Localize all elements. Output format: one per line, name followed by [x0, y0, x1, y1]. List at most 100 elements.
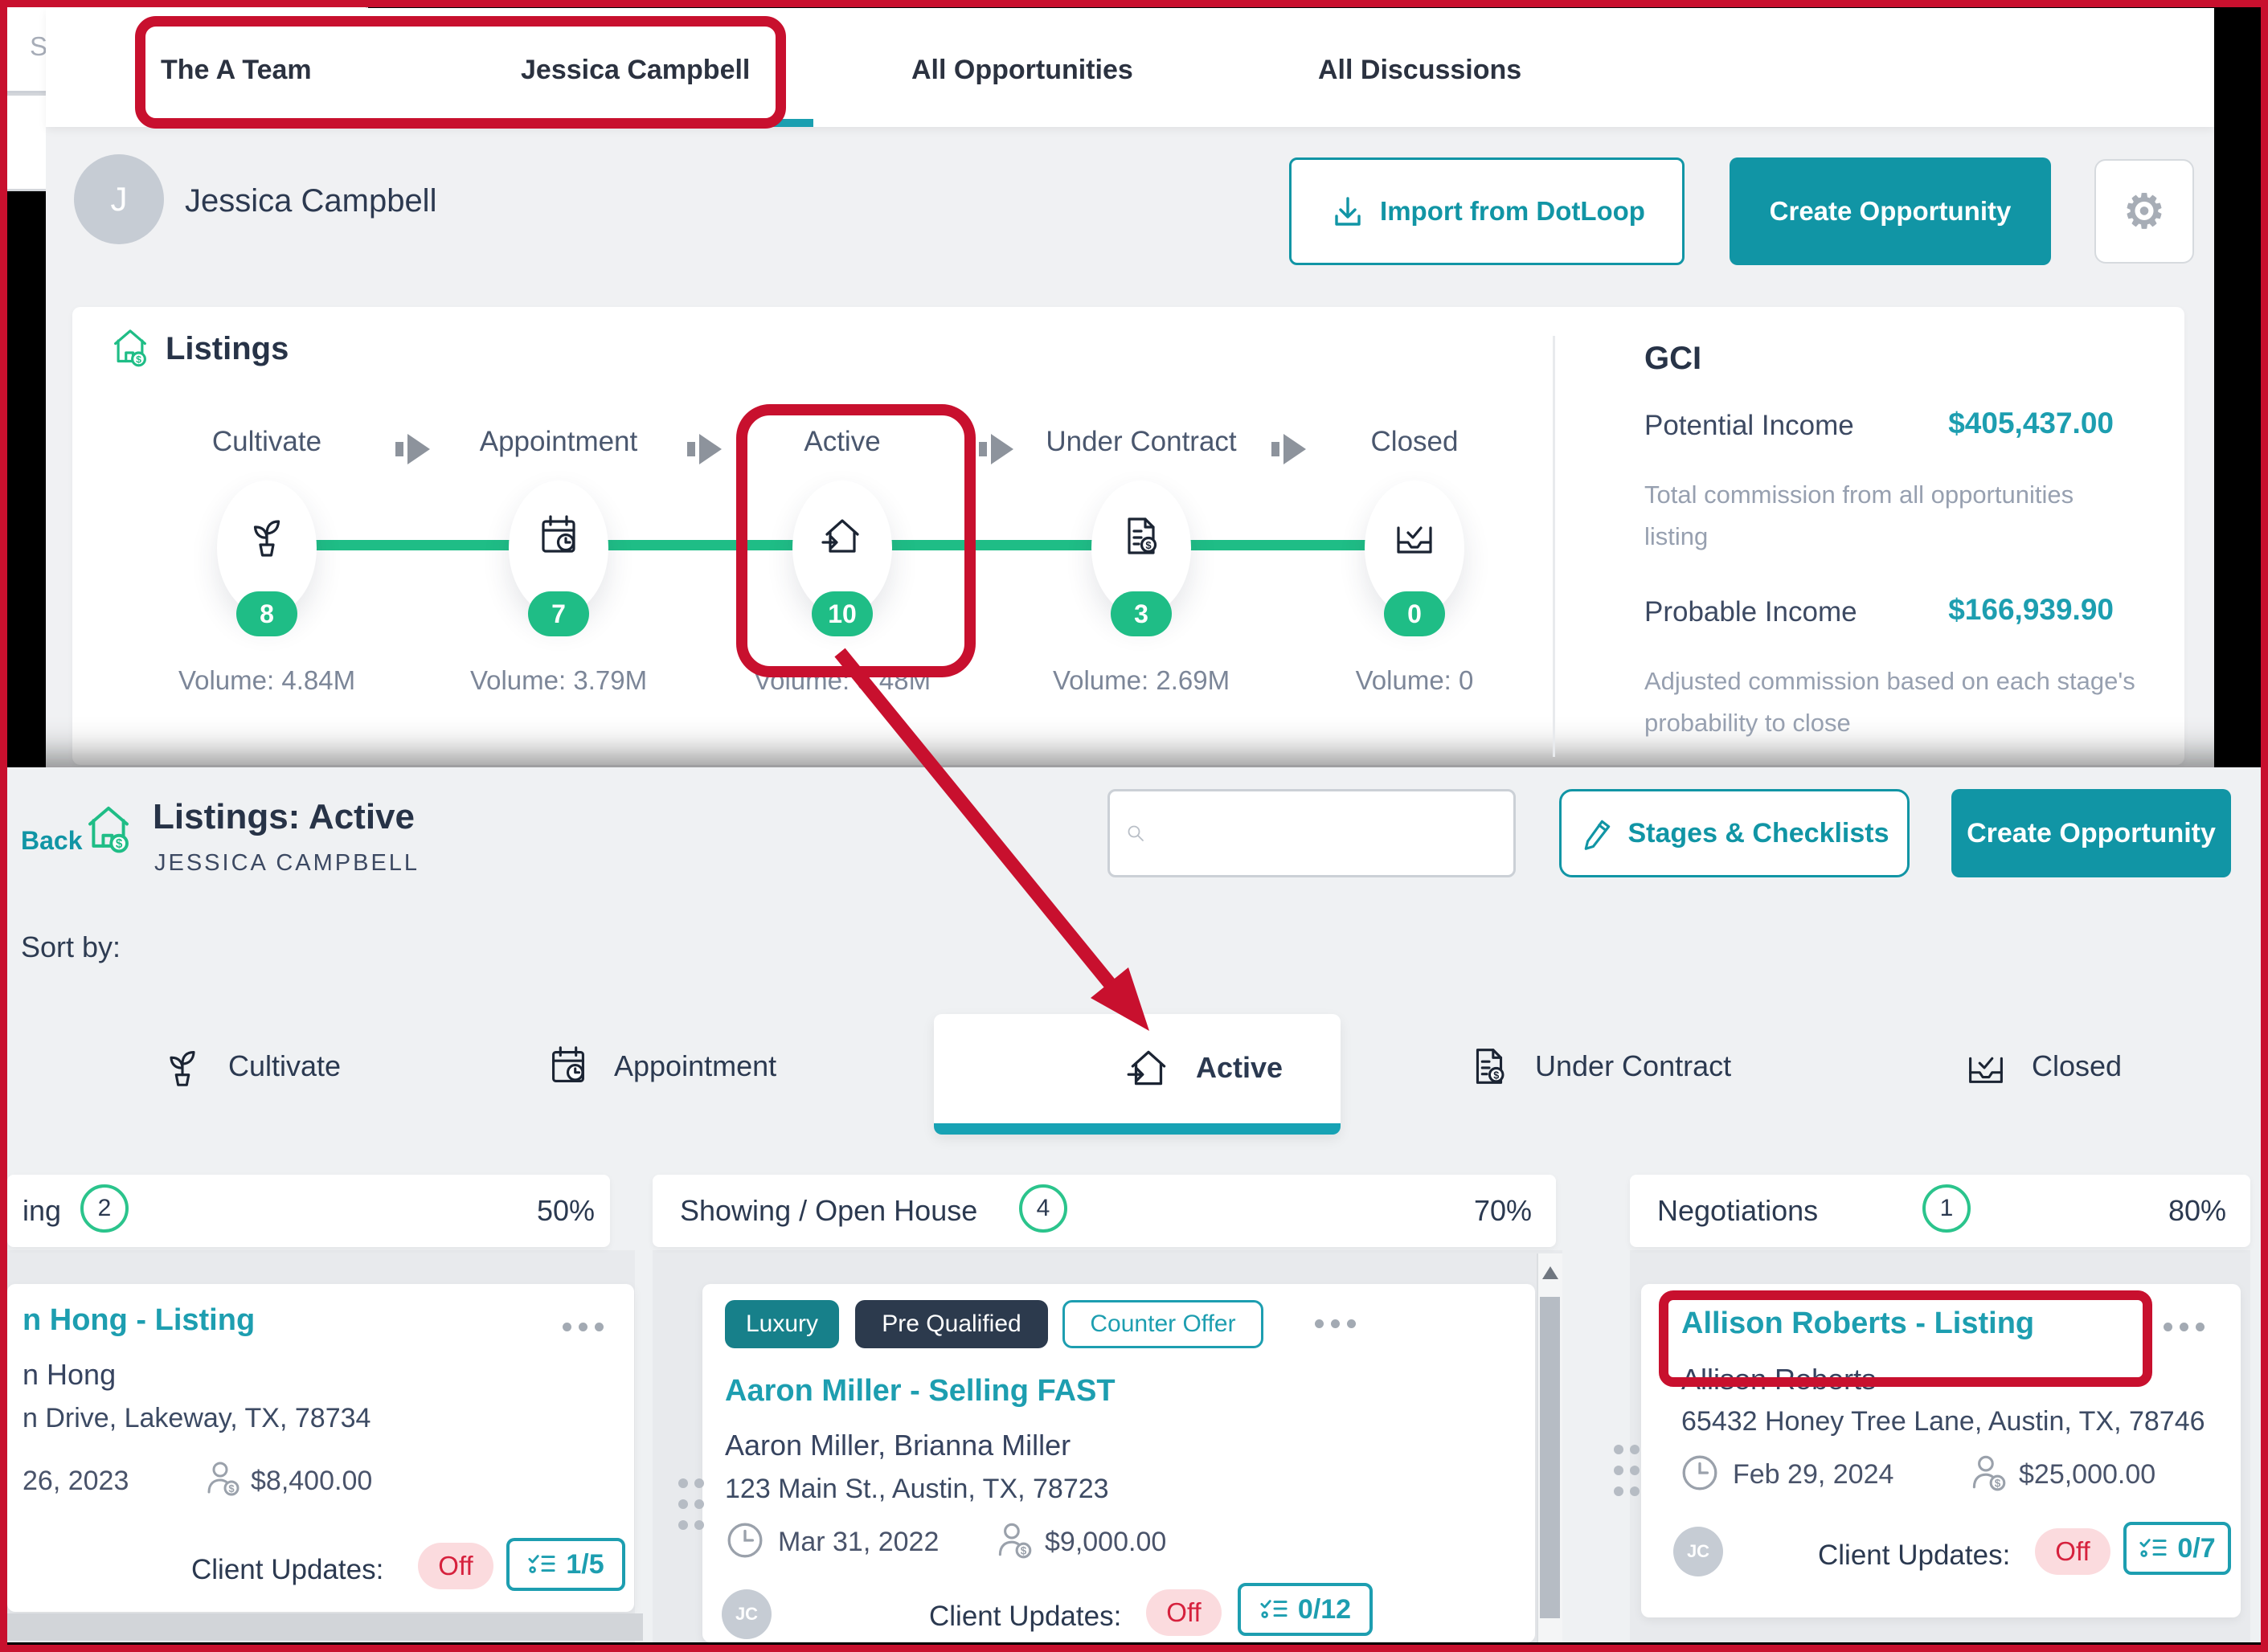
gci-potential-label: Potential Income	[1644, 410, 1854, 442]
house-dollar-icon: $	[80, 800, 137, 857]
tab-appointment[interactable]: Appointment	[543, 1041, 776, 1091]
stage-volume: Volume: 3.48M	[722, 665, 963, 696]
tab-label: Under Contract	[1535, 1049, 1731, 1083]
create-opportunity-button-overlay[interactable]: Create Opportunity	[1951, 789, 2231, 877]
inbox-check-icon	[1389, 510, 1440, 562]
tab-closed[interactable]: Closed	[1961, 1041, 2122, 1091]
stage-volume: Volume: 3.79M	[438, 665, 679, 696]
card-contact: Aaron Miller, Brianna Miller	[725, 1429, 1071, 1462]
drag-handle-icon[interactable]	[1614, 1445, 1623, 1454]
opportunity-card[interactable]: n Hong - Listing n Hong n Drive, Lakeway…	[7, 1284, 634, 1612]
checklist-count: 0/7	[2177, 1533, 2215, 1564]
card-menu-icon[interactable]	[563, 1323, 571, 1331]
calendar-clock-icon	[543, 1041, 593, 1091]
tab-label: Appointment	[614, 1049, 776, 1083]
arrow-right-icon	[979, 434, 1013, 464]
checklist-badge[interactable]: 0/7	[2123, 1522, 2231, 1575]
column-percent: 70%	[1395, 1194, 1532, 1228]
card-title[interactable]: Allison Roberts - Listing	[1681, 1306, 2034, 1341]
checklist-icon	[527, 1552, 556, 1576]
search-input[interactable]	[1157, 818, 1497, 849]
sort-by-label: Sort by:	[21, 930, 121, 964]
clock-icon	[725, 1520, 765, 1560]
stages-checklists-label: Stages & Checklists	[1627, 818, 1889, 849]
divider	[1553, 336, 1555, 757]
document-dollar-icon: $	[1116, 510, 1167, 562]
client-updates-label: Client Updates:	[191, 1554, 383, 1586]
gci-probable-value: $166,939.90	[1848, 593, 2114, 627]
create-opportunity-button-top[interactable]: Create Opportunity	[1730, 157, 2051, 265]
tab-all-opportunities[interactable]: All Opportunities	[911, 55, 1133, 86]
column-title: Negotiations	[1657, 1194, 1818, 1228]
overlay-title: Listings: Active	[153, 797, 415, 837]
card-menu-icon[interactable]	[1315, 1319, 1324, 1328]
svg-text:$: $	[116, 837, 123, 851]
client-updates-status: Off	[418, 1543, 493, 1589]
pencil-icon	[1579, 816, 1615, 851]
checklist-count: 1/5	[566, 1549, 604, 1580]
stage-volume: Volume: 4.84M	[146, 665, 387, 696]
card-contact: Allison Roberts	[1681, 1363, 1876, 1396]
card-address: 65432 Honey Tree Lane, Austin, TX, 78746	[1681, 1406, 2205, 1437]
column-count-badge: 2	[80, 1184, 129, 1233]
overlay-subtitle: JESSICA CAMPBELL	[154, 850, 420, 877]
svg-text:$: $	[1021, 1545, 1027, 1557]
assignee-avatar: JC	[1673, 1527, 1723, 1576]
card-title[interactable]: n Hong - Listing	[23, 1303, 255, 1338]
opportunity-card[interactable]: Luxury Pre Qualified Counter Offer Aaron…	[702, 1284, 1535, 1642]
person-dollar-icon: $	[201, 1456, 243, 1498]
tab-label: Active	[1196, 1051, 1283, 1085]
tab-the-a-team[interactable]: The A Team	[161, 55, 312, 86]
scroll-up-icon[interactable]	[1542, 1266, 1558, 1279]
card-menu-icon[interactable]	[2164, 1323, 2172, 1331]
horizontal-scrollbar[interactable]	[7, 1613, 643, 1641]
stages-checklists-button[interactable]: Stages & Checklists	[1559, 789, 1910, 877]
client-updates-label: Client Updates:	[1818, 1540, 2010, 1572]
stage-count-badge: 3	[1111, 591, 1172, 636]
card-amount: $9,000.00	[1045, 1527, 1166, 1558]
document-dollar-icon: $	[1464, 1041, 1514, 1091]
import-button-label: Import from DotLoop	[1380, 196, 1645, 227]
card-title[interactable]: Aaron Miller - Selling FAST	[725, 1374, 1116, 1409]
house-arrow-icon	[817, 510, 868, 562]
tab-label: Closed	[2032, 1049, 2122, 1083]
settings-button[interactable]: ⚙	[2094, 159, 2194, 264]
active-tab-underline	[434, 119, 813, 127]
tab-jessica-campbell[interactable]: Jessica Campbell	[521, 55, 750, 86]
opportunity-card[interactable]: Allison Roberts - Listing Allison Robert…	[1641, 1284, 2241, 1617]
tab-cultivate[interactable]: Cultivate	[158, 1041, 341, 1091]
tab-all-discussions[interactable]: All Discussions	[1318, 55, 1521, 86]
stage-volume: Volume: 0	[1294, 665, 1535, 696]
checklist-badge[interactable]: 1/5	[506, 1538, 625, 1591]
avatar: J	[74, 154, 164, 244]
drag-handle-icon[interactable]	[678, 1478, 688, 1488]
tab-active[interactable]: Active	[1122, 1041, 1283, 1094]
listings-panel-title: Listings	[166, 331, 289, 367]
arrow-right-icon	[395, 434, 430, 464]
stage-count-badge: 7	[528, 591, 589, 636]
stage-label-under-contract: Under Contract	[1013, 426, 1270, 458]
vertical-scrollbar-thumb[interactable]	[1540, 1297, 1560, 1618]
stage-count-badge: 0	[1384, 591, 1445, 636]
checklist-count: 0/12	[1298, 1594, 1351, 1625]
card-date: 26, 2023	[23, 1466, 129, 1497]
checklist-icon	[2139, 1536, 2168, 1560]
svg-text:$: $	[1493, 1070, 1499, 1082]
avatar-initial: J	[111, 180, 128, 219]
house-arrow-icon	[1122, 1041, 1175, 1094]
clock-icon	[1680, 1453, 1720, 1493]
tab-under-contract[interactable]: $ Under Contract	[1464, 1041, 1731, 1091]
download-icon	[1328, 192, 1367, 231]
client-updates-status: Off	[1146, 1589, 1222, 1636]
search-icon	[1126, 814, 1145, 853]
tab-label: Cultivate	[228, 1049, 341, 1083]
checklist-badge[interactable]: 0/12	[1238, 1583, 1373, 1636]
import-from-dotloop-button[interactable]: Import from DotLoop	[1289, 157, 1685, 265]
svg-text:$: $	[228, 1482, 235, 1495]
tag-luxury: Luxury	[725, 1300, 839, 1348]
plant-icon	[241, 510, 293, 562]
back-button[interactable]: Back	[21, 826, 83, 856]
person-dollar-icon: $	[1966, 1450, 2009, 1493]
arrow-right-icon	[687, 434, 722, 464]
house-dollar-icon: $	[108, 325, 153, 370]
